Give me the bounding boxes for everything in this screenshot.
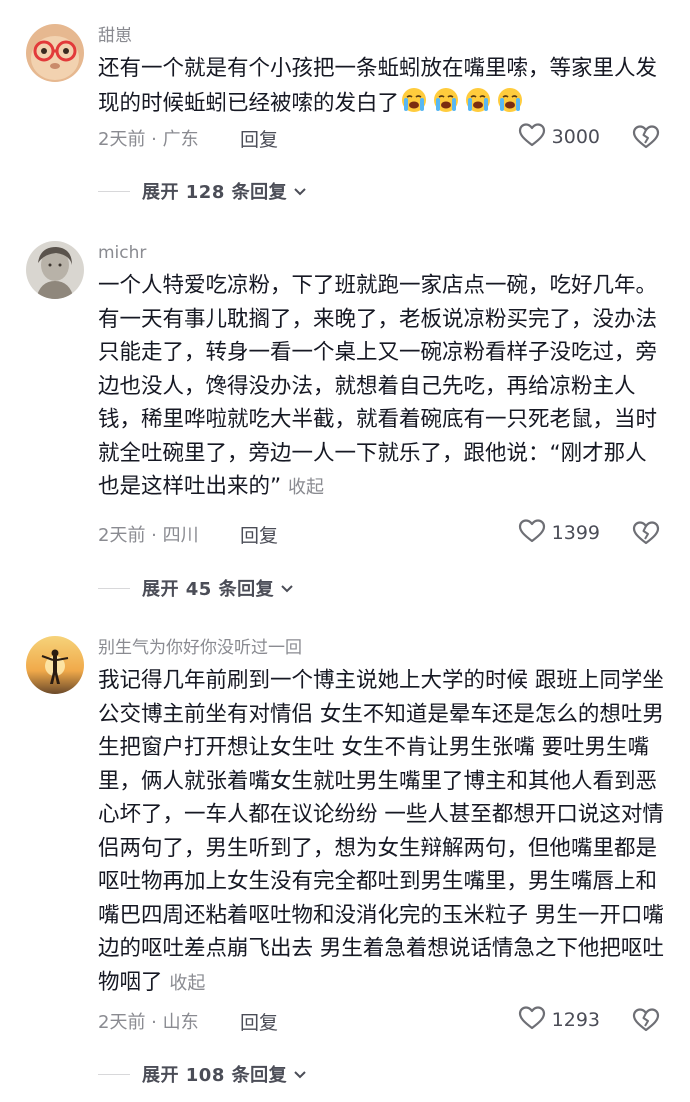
comment-item: 别生气为你好你没听过一回 我记得几年前刷到一个博主说她上大学的时候 跟班上同学坐… [0, 636, 690, 1096]
broken-heart-icon[interactable] [632, 520, 660, 546]
heart-icon [518, 1005, 546, 1035]
broken-heart-icon[interactable] [632, 1007, 660, 1033]
like-button[interactable]: 1293 [518, 1005, 600, 1035]
expand-replies-button[interactable]: 展开 108 条回复 [98, 1059, 307, 1089]
chevron-down-icon [274, 579, 294, 598]
reply-button[interactable]: 回复 [240, 125, 278, 152]
comment-item: michr 一个人特爱吃凉粉，下了班就跑一家店点一碗，吃好几年。有一天有事儿耽搁… [0, 241, 690, 611]
divider [98, 1073, 130, 1075]
comment-text: 还有一个就是有个小孩把一条蚯蚓放在嘴里嗦，等家里人发现的时候蚯蚓已经被嗦的发白了 [98, 56, 658, 116]
like-count: 1399 [551, 522, 600, 544]
broken-heart-icon[interactable] [632, 124, 660, 150]
divider [98, 190, 130, 192]
comment-meta: 2天前 · 山东 回复 1293 [98, 1005, 668, 1035]
avatar[interactable] [26, 636, 84, 694]
crying-face-icon [399, 87, 431, 116]
reply-button[interactable]: 回复 [240, 521, 278, 548]
collapse-button[interactable]: 收起 [288, 477, 324, 498]
expand-replies-label: 展开 128 条回复 [142, 182, 288, 203]
username[interactable]: 甜崽 [98, 24, 132, 48]
comment-text: 一个人特爱吃凉粉，下了班就跑一家店点一碗，吃好几年。有一天有事儿耽搁了，来晚了，… [98, 273, 658, 499]
like-count: 3000 [551, 126, 600, 148]
expand-replies-label: 展开 45 条回复 [142, 579, 275, 600]
comment-time-location: 2天前 · 广东 [98, 129, 199, 150]
avatar[interactable] [26, 241, 84, 299]
comment-time-location: 2天前 · 山东 [98, 1012, 199, 1033]
like-count: 1293 [551, 1009, 600, 1031]
collapse-button[interactable]: 收起 [169, 973, 205, 994]
expand-replies-label: 展开 108 条回复 [142, 1065, 288, 1086]
crying-face-icon [431, 87, 463, 116]
like-button[interactable]: 1399 [518, 518, 600, 548]
comment-meta: 2天前 · 广东 回复 3000 [98, 122, 668, 152]
reply-button[interactable]: 回复 [240, 1008, 278, 1035]
crying-face-icon [495, 87, 527, 116]
username[interactable]: 别生气为你好你没听过一回 [98, 636, 302, 660]
heart-icon [518, 518, 546, 548]
chevron-down-icon [287, 182, 307, 201]
chevron-down-icon [287, 1065, 307, 1084]
comment-time-location: 2天前 · 四川 [98, 525, 199, 546]
heart-icon [518, 122, 546, 152]
comment-meta: 2天前 · 四川 回复 1399 [98, 518, 668, 548]
expand-replies-button[interactable]: 展开 45 条回复 [98, 573, 294, 603]
divider [98, 587, 130, 589]
expand-replies-button[interactable]: 展开 128 条回复 [98, 176, 307, 206]
crying-face-icon [463, 87, 495, 116]
username[interactable]: michr [98, 241, 146, 265]
like-button[interactable]: 3000 [518, 122, 600, 152]
comment-text: 我记得几年前刷到一个博主说她上大学的时候 跟班上同学坐公交博主前坐有对情侣 女生… [98, 668, 664, 995]
comment-item: 甜崽 还有一个就是有个小孩把一条蚯蚓放在嘴里嗦，等家里人发现的时候蚯蚓已经被嗦的… [0, 24, 690, 214]
avatar[interactable] [26, 24, 84, 82]
